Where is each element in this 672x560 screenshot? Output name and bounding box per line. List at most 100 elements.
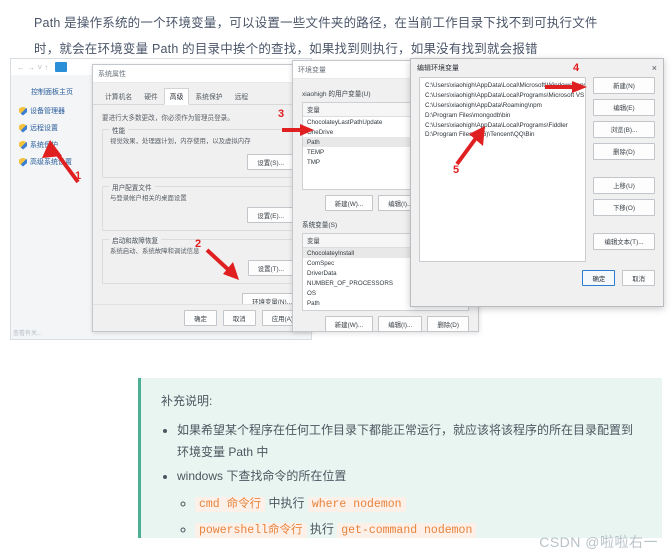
system-properties-tabs: 计算机名 硬件 高级 系统保护 远程	[93, 83, 311, 105]
performance-button-row: 设置(S)...	[110, 154, 294, 170]
tab-advanced[interactable]: 高级	[163, 88, 190, 105]
move-down-button[interactable]: 下移(O)	[593, 199, 655, 216]
tab-hardware[interactable]: 硬件	[138, 88, 164, 104]
delete-path-button[interactable]: 删除(D)	[593, 143, 655, 160]
tip-list: 如果希望某个程序在任何工作目录下都能正常运行，就应该将该程序的所在目录配置到环境…	[161, 419, 644, 543]
edit-environment-variable-dialog: 编辑环境变量 × C:\Users\xiaohigh\AppData\Local…	[410, 58, 664, 307]
sidebar-item-label: 设备管理器	[30, 108, 65, 115]
sub-item-text: 中执行	[268, 496, 305, 510]
var-name: NUMBER_OF_PROCESSORS	[307, 279, 393, 287]
ok-button[interactable]: 确定	[582, 270, 616, 286]
new-path-button[interactable]: 新建(N)	[593, 77, 655, 94]
path-entries-list[interactable]: C:\Users\xiaohigh\AppData\Local\Microsof…	[419, 77, 586, 262]
annotation-arrow-1	[42, 140, 80, 184]
var-name: Path	[307, 138, 320, 146]
var-name: TEMP	[307, 148, 325, 156]
annotation-number-3: 3	[278, 108, 285, 120]
annotation-arrow-2	[205, 248, 239, 280]
new-system-var-button[interactable]: 新建(W)...	[324, 316, 374, 331]
group-text: 视觉效果，处理器计划，内存使用，以及虚拟内存	[110, 138, 251, 145]
startup-button-row: 设置(T)...	[110, 260, 294, 276]
address-field[interactable]	[55, 62, 68, 72]
var-name: OS	[307, 289, 316, 297]
annotation-number-1: 1	[75, 170, 82, 182]
edit-system-var-button[interactable]: 编辑(I)...	[378, 316, 423, 331]
system-properties-titlebar: 系统属性	[93, 65, 311, 83]
annotation-number-5: 5	[453, 164, 460, 176]
user-profile-button-row: 设置(E)...	[110, 207, 294, 223]
performance-group: 性能 视觉效果，处理器计划，内存使用，以及虚拟内存 设置(S)...	[102, 125, 302, 178]
shield-icon	[19, 140, 27, 150]
edit-dialog-buttons: 新建(N) 编辑(E) 浏览(B)... 删除(D) 上移(U) 下移(O) 编…	[593, 77, 655, 262]
cancel-button[interactable]: 取消	[622, 270, 655, 286]
browse-path-button[interactable]: 浏览(B)...	[593, 121, 655, 138]
group-label: 启动和故障恢复	[109, 235, 162, 245]
var-name: TMP	[307, 158, 321, 166]
group-label: 性能	[109, 125, 129, 135]
system-properties-dialog: 系统属性 计算机名 硬件 高级 系统保护 远程 要进行大多数更改，你必须作为管理…	[92, 64, 312, 332]
var-name: Path	[307, 299, 320, 307]
sidebar-item-label: 远程设置	[30, 125, 58, 132]
code-powershell: powershell命令行	[195, 523, 307, 538]
code-get-command-nodemon: get-command nodemon	[337, 523, 477, 538]
move-up-button[interactable]: 上移(U)	[593, 177, 655, 194]
intro-paragraph: Path 是操作系统的一个环境变量，可以设置一些文件夹的路径，在当前工作目录下找…	[34, 10, 644, 62]
intro-line-1: Path 是操作系统的一个环境变量，可以设置一些文件夹的路径，在当前工作目录下找…	[34, 16, 598, 30]
tab-computer-name[interactable]: 计算机名	[99, 88, 138, 104]
user-profile-group: 用户配置文件 与登录帐户相关的桌面设置 设置(E)...	[102, 182, 302, 231]
table-row[interactable]: PATHEXT .COM;.EXE;.	[303, 308, 468, 311]
tip-title: 补充说明:	[161, 394, 213, 408]
user-profile-settings-button[interactable]: 设置(E)...	[247, 207, 294, 223]
annotation-arrow-3	[282, 124, 314, 136]
tab-remote[interactable]: 远程	[229, 88, 255, 104]
shield-icon	[19, 123, 27, 133]
tab-system-protection[interactable]: 系统保护	[189, 88, 228, 104]
dialog-title: 系统属性	[98, 70, 126, 78]
group-label: 用户配置文件	[109, 182, 155, 192]
tip-item-text: windows 下查找命令的所在位置	[177, 469, 347, 483]
close-icon[interactable]: ×	[652, 63, 657, 73]
group-text: 系统启动、系统故障和调试信息	[110, 248, 200, 255]
tip-item-text: 如果希望某个程序在任何工作目录下都能正常运行，就应该将该程序的所在目录配置到环境…	[177, 423, 634, 459]
column-header-name: 变量	[307, 107, 320, 114]
annotation-number-2: 2	[195, 238, 202, 250]
edit-dialog-titlebar: 编辑环境变量 ×	[411, 59, 663, 77]
sub-item-text: 执行	[309, 522, 334, 536]
var-value: .COM;.EXE;.	[407, 308, 468, 311]
edit-dialog-footer: 确定 取消	[411, 262, 663, 286]
edit-text-button[interactable]: 编辑文本(T)...	[593, 233, 655, 250]
performance-settings-button[interactable]: 设置(S)...	[247, 154, 294, 170]
list-item: cmd 命令行 中执行 where nodemon	[195, 491, 644, 517]
dialog-title: 编辑环境变量	[417, 65, 459, 72]
embedded-screenshot: ← → ˅ ↑ 控制面板主页 设备管理器 远程设置 系统保护 高级系统设置 查看…	[10, 58, 664, 348]
sidebar-item-home[interactable]: 控制面板主页	[31, 87, 91, 97]
edit-path-button[interactable]: 编辑(E)	[593, 99, 655, 116]
annotation-arrow-5	[455, 126, 485, 166]
nav-icons[interactable]: ← → ˅ ↑	[17, 63, 48, 72]
annotation-arrow-4	[545, 81, 587, 93]
tip-box: 补充说明: 如果希望某个程序在任何工作目录下都能正常运行，就应该将该程序的所在目…	[138, 378, 662, 538]
new-user-var-button[interactable]: 新建(W)...	[324, 195, 374, 211]
sidebar-item-device-manager[interactable]: 设备管理器	[19, 106, 91, 116]
admin-note: 要进行大多数更改，你必须作为管理员登录。	[102, 115, 234, 122]
path-entry[interactable]: C:\Users\xiaohigh\AppData\Local\Programs…	[420, 120, 585, 130]
column-header-name: 变量	[307, 238, 320, 245]
dialog-title: 环境变量	[298, 66, 326, 74]
startup-settings-button[interactable]: 设置(T)...	[247, 260, 294, 276]
csdn-watermark: CSDN @啦啦右一	[539, 534, 658, 550]
code-where-nodemon: where nodemon	[307, 497, 406, 512]
system-properties-footer: 确定 取消 应用(A)	[93, 304, 311, 331]
control-panel-status: 查看有关...	[13, 331, 43, 337]
path-entry[interactable]: D:\Program Files\mongodb\bin	[420, 110, 585, 120]
annotation-number-4: 4	[573, 62, 580, 74]
path-entry[interactable]: C:\Users\xiaohigh\AppData\Roaming\npm	[420, 101, 585, 111]
ok-button[interactable]: 确定	[184, 310, 217, 326]
cancel-button[interactable]: 取消	[222, 310, 256, 326]
path-entry[interactable]: D:\Program Files (x86)\Tencent\QQ\Bin	[420, 130, 585, 140]
shield-icon	[19, 157, 27, 167]
system-vars-buttons: 新建(W)... 编辑(I)... 删除(D)	[302, 316, 469, 331]
list-item: 如果希望某个程序在任何工作目录下都能正常运行，就应该将该程序的所在目录配置到环境…	[177, 419, 644, 463]
system-properties-body: 要进行大多数更改，你必须作为管理员登录。 性能 视觉效果，处理器计划，内存使用，…	[93, 105, 311, 331]
sidebar-item-remote-settings[interactable]: 远程设置	[19, 123, 91, 133]
delete-system-var-button[interactable]: 删除(D)	[427, 316, 469, 331]
